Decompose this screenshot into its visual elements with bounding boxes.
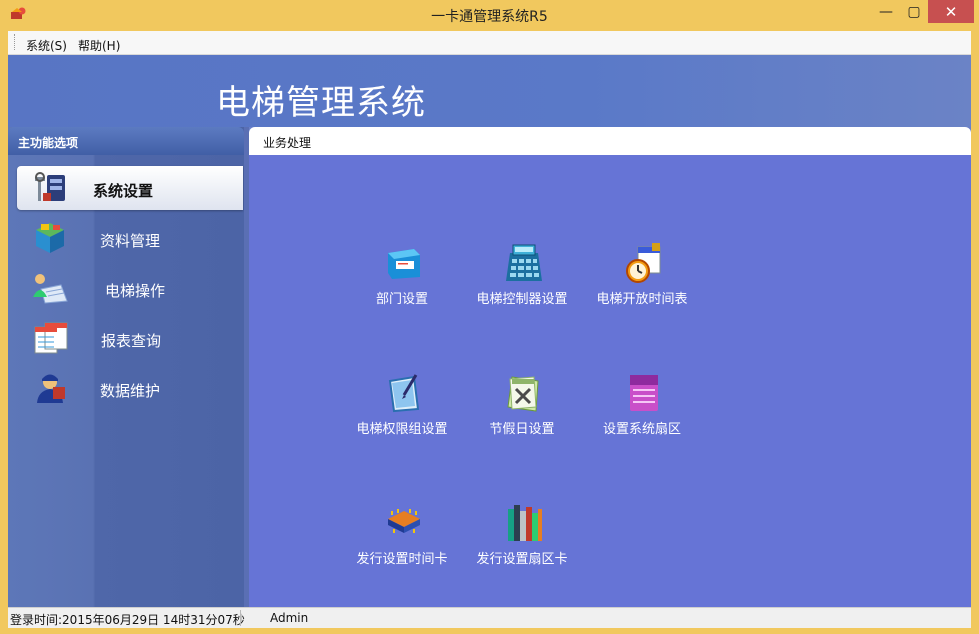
nav-item-report-query[interactable]: 报表查询 bbox=[17, 316, 243, 360]
nav-label-data-maintenance: 数据维护 bbox=[100, 382, 161, 400]
system-settings-icon bbox=[35, 172, 65, 201]
status-user: Admin bbox=[270, 611, 309, 625]
books-icon bbox=[508, 505, 542, 541]
tile-issue-time-card[interactable]: 发行设置时间卡 bbox=[342, 503, 462, 573]
minimize-button[interactable]: — bbox=[870, 0, 902, 23]
content-panel: 部门设置 电梯控制器设置 电梯开放时间表 电梯权限组设置 节假日设置 设置系统扇… bbox=[249, 155, 971, 607]
data-maintenance-icon bbox=[37, 374, 65, 403]
tile-department[interactable]: 部门设置 bbox=[342, 243, 462, 313]
content-header: 业务处理 bbox=[249, 127, 971, 155]
tile-label-issue-sector-card: 发行设置扇区卡 bbox=[476, 552, 568, 567]
nav-label-elevator-operation: 电梯操作 bbox=[105, 282, 166, 300]
sector-card-icon bbox=[630, 375, 658, 411]
close-button[interactable]: ✕ bbox=[928, 0, 974, 23]
menu-system[interactable]: 系统(S) bbox=[26, 37, 67, 54]
tile-label-system-sector: 设置系统扇区 bbox=[602, 422, 681, 437]
menu-help[interactable]: 帮助(H) bbox=[78, 37, 120, 54]
tile-label-elevator-controller: 电梯控制器设置 bbox=[476, 292, 568, 307]
chip-card-icon bbox=[388, 509, 420, 533]
tile-elevator-controller[interactable]: 电梯控制器设置 bbox=[462, 243, 582, 313]
tile-elevator-open-time[interactable]: 电梯开放时间表 bbox=[582, 243, 702, 313]
tile-label-holiday: 节假日设置 bbox=[489, 422, 555, 437]
tile-label-elevator-permission-group: 电梯权限组设置 bbox=[356, 422, 448, 437]
client-area: 电梯管理系统 主功能选项 系统设置 资料管理 电梯操作 报表查询 数据维护 业务… bbox=[8, 55, 971, 607]
content-header-label: 业务处理 bbox=[263, 136, 312, 150]
menu-grip bbox=[14, 34, 17, 50]
window-title: 一卡通管理系统R5 bbox=[431, 9, 548, 25]
nav-item-data-maintenance[interactable]: 数据维护 bbox=[17, 366, 243, 410]
nav-label-data-management: 资料管理 bbox=[100, 232, 161, 250]
nav-label-report-query: 报表查询 bbox=[101, 332, 162, 350]
status-bar: 登录时间:2015年06月29日 14时31分07秒 Admin bbox=[8, 607, 971, 628]
data-management-icon bbox=[36, 223, 64, 253]
elevator-operation-icon bbox=[33, 274, 68, 304]
nav-item-system-settings[interactable]: 系统设置 bbox=[17, 166, 243, 210]
notepad-pen-icon bbox=[388, 374, 420, 413]
banner-title: 电梯管理系统 bbox=[216, 83, 426, 123]
tile-label-issue-time-card: 发行设置时间卡 bbox=[356, 552, 448, 567]
maximize-button[interactable]: ▢ bbox=[900, 0, 928, 23]
clock-calendar-icon bbox=[626, 243, 661, 283]
sidebar: 主功能选项 系统设置 资料管理 电梯操作 报表查询 数据维护 bbox=[8, 127, 244, 607]
tile-holiday[interactable]: 节假日设置 bbox=[462, 373, 582, 443]
department-icon bbox=[388, 249, 420, 279]
tile-system-sector[interactable]: 设置系统扇区 bbox=[582, 373, 702, 443]
holiday-calendar-icon bbox=[507, 376, 539, 412]
banner: 电梯管理系统 bbox=[8, 55, 971, 127]
sidebar-header: 主功能选项 bbox=[8, 127, 244, 155]
menu-bar: 系统(S) 帮助(H) bbox=[8, 31, 971, 55]
calculator-icon bbox=[506, 244, 542, 281]
tile-elevator-permission-group[interactable]: 电梯权限组设置 bbox=[342, 373, 462, 443]
title-bar[interactable]: 一卡通管理系统R5 — ▢ ✕ bbox=[0, 0, 979, 31]
status-separator bbox=[240, 610, 241, 626]
nav-item-data-management[interactable]: 资料管理 bbox=[17, 216, 243, 260]
status-login-time: 登录时间:2015年06月29日 14时31分07秒 bbox=[10, 613, 245, 627]
sidebar-header-label: 主功能选项 bbox=[18, 136, 79, 150]
nav-label-system-settings: 系统设置 bbox=[93, 182, 154, 200]
tile-issue-sector-card[interactable]: 发行设置扇区卡 bbox=[462, 503, 582, 573]
tile-label-elevator-open-time: 电梯开放时间表 bbox=[596, 292, 688, 307]
nav-item-elevator-operation[interactable]: 电梯操作 bbox=[17, 266, 243, 310]
report-query-icon bbox=[34, 322, 68, 354]
tile-label-department: 部门设置 bbox=[375, 292, 428, 307]
app-window: 一卡通管理系统R5 — ▢ ✕ 系统(S) 帮助(H) 电梯管理系统 主功能选项 bbox=[0, 0, 979, 634]
